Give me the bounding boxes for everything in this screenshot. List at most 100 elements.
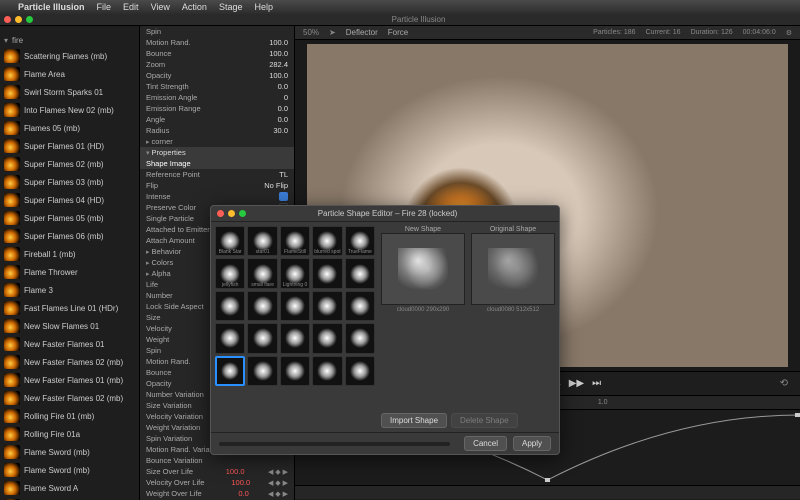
emitter-item[interactable]: Fast Flames Line 01 (HDr) [0, 299, 139, 317]
loop-button[interactable]: ⟲ [780, 378, 788, 389]
shape-cell[interactable] [345, 356, 375, 386]
prop-shape-image[interactable]: Shape Image [140, 158, 294, 169]
emitter-item[interactable]: Rolling Fire 01 (mb) [0, 407, 139, 425]
shape-cell[interactable] [215, 291, 245, 321]
prop-row[interactable]: Opacity100.0 [140, 70, 294, 81]
prop-properties-header[interactable]: ▾Properties [140, 147, 294, 158]
emitter-item[interactable]: Super Flames 01 (HD) [0, 137, 139, 155]
arrow-icon[interactable]: ➤ [329, 28, 336, 37]
prop-row[interactable]: Emission Range0.0 [140, 103, 294, 114]
shape-cell[interactable] [345, 323, 375, 353]
prop-row[interactable]: Tint Strength0.0 [140, 81, 294, 92]
shape-cell[interactable] [247, 291, 277, 321]
shape-thumb [253, 264, 273, 284]
shape-cell[interactable]: Lightning 0 [280, 258, 310, 288]
shape-cell[interactable]: FlameStill [280, 226, 310, 256]
tab-deflector[interactable]: Deflector [346, 28, 378, 37]
cancel-button[interactable]: Cancel [464, 436, 507, 451]
dialog-titlebar[interactable]: Particle Shape Editor – Fire 28 (locked) [211, 206, 559, 222]
shape-cell[interactable] [280, 323, 310, 353]
shape-cell[interactable] [312, 258, 342, 288]
emitter-item[interactable]: New Faster Flames 01 (mb) [0, 371, 139, 389]
emitter-item[interactable]: Scattering Flames (mb) [0, 47, 139, 65]
prop-row[interactable]: Angle0.0 [140, 114, 294, 125]
emitter-item[interactable]: Rolling Fire 01a [0, 425, 139, 443]
emitter-item[interactable]: Flame Thrower [0, 263, 139, 281]
emitter-item[interactable]: Super Flames 04 (HD) [0, 191, 139, 209]
menu-app[interactable]: Particle Illusion [18, 2, 85, 12]
menu-edit[interactable]: Edit [123, 2, 139, 12]
step-forward-button[interactable]: ▶▶ [569, 378, 584, 389]
prop-reference-point[interactable]: Reference PointTL [140, 169, 294, 180]
emitter-item[interactable]: Fireball 1 (mb) [0, 245, 139, 263]
shape-cell[interactable] [345, 258, 375, 288]
shape-cell[interactable]: jellyfish [215, 258, 245, 288]
emitter-item[interactable]: New Faster Flames 02 (mb) [0, 353, 139, 371]
tab-force[interactable]: Force [388, 28, 408, 37]
prop-row[interactable]: Velocity Over Life100.0◀ ◆ ▶ [140, 477, 294, 488]
shape-cell[interactable] [280, 291, 310, 321]
import-shape-button[interactable]: Import Shape [381, 413, 447, 428]
prop-row[interactable]: Bounce100.0 [140, 48, 294, 59]
prop-row[interactable]: Weight Over Life0.0◀ ◆ ▶ [140, 488, 294, 499]
emitter-item[interactable]: Super Flames 06 (mb) [0, 227, 139, 245]
shape-cell[interactable] [247, 323, 277, 353]
prop-intense[interactable]: Intense [140, 191, 294, 202]
shape-cell[interactable] [312, 356, 342, 386]
menu-view[interactable]: View [151, 2, 170, 12]
emitter-item[interactable]: Flame Area [0, 65, 139, 83]
shape-cell[interactable] [312, 323, 342, 353]
menu-file[interactable]: File [97, 2, 112, 12]
emitter-thumb [4, 247, 20, 261]
emitter-item[interactable]: Super Flames 02 (mb) [0, 155, 139, 173]
emitter-item[interactable]: Into Flames New 02 (mb) [0, 101, 139, 119]
emitter-item[interactable]: Flame Sword A [0, 479, 139, 497]
filter-icon[interactable]: ▾ [4, 36, 8, 45]
timeline-bottom-ruler[interactable] [295, 485, 800, 499]
prop-row[interactable]: Motion Rand.100.0 [140, 37, 294, 48]
emitter-item[interactable]: Flame Sword (mb) [0, 443, 139, 461]
shape-cell[interactable] [247, 356, 277, 386]
shape-grid[interactable]: Blank Starstar01FlameStillblurred spotTr… [215, 226, 375, 428]
prop-row[interactable]: Zoom282.4 [140, 59, 294, 70]
prop-row[interactable]: Size Over Life100.0◀ ◆ ▶ [140, 466, 294, 477]
emitter-item[interactable]: Flame 3 [0, 281, 139, 299]
shape-cell[interactable] [280, 356, 310, 386]
shape-cell[interactable] [312, 291, 342, 321]
emitter-item[interactable]: New Faster Flames 02 (mb) [0, 389, 139, 407]
prop-row[interactable]: Radius30.0 [140, 125, 294, 136]
shape-thumb [317, 296, 337, 316]
shape-cell[interactable] [345, 291, 375, 321]
shape-cell[interactable]: Blank Star [215, 226, 245, 256]
emitter-item[interactable]: Swirl Storm Sparks 01 [0, 83, 139, 101]
emitter-item[interactable]: New Faster Flames 01 [0, 335, 139, 353]
shape-cell[interactable]: TrueFlame [345, 226, 375, 256]
emitter-item[interactable]: Super Flames 03 (mb) [0, 173, 139, 191]
menu-action[interactable]: Action [182, 2, 207, 12]
menu-stage[interactable]: Stage [219, 2, 243, 12]
prop-row[interactable]: Bounce Variation [140, 455, 294, 466]
emitter-item[interactable]: New Slow Flames 01 [0, 317, 139, 335]
search-icon[interactable]: ⚙ [786, 29, 792, 37]
prop-row[interactable]: Spin [140, 26, 294, 37]
slider[interactable] [219, 442, 450, 446]
delete-shape-button[interactable]: Delete Shape [451, 413, 517, 428]
emitter-item[interactable]: Flames 05 (mb) [0, 119, 139, 137]
shape-cell[interactable] [215, 323, 245, 353]
zoom-value[interactable]: 50% [303, 28, 319, 37]
menu-help[interactable]: Help [254, 2, 273, 12]
shape-cell[interactable]: small flare [247, 258, 277, 288]
shape-cell[interactable]: blurred spot [312, 226, 342, 256]
emitter-list[interactable]: Scattering Flames (mb)Flame AreaSwirl St… [0, 47, 139, 500]
prop-corner[interactable]: ▸corner [140, 136, 294, 147]
emitter-item[interactable]: Flame Sword (mb) [0, 461, 139, 479]
last-frame-button[interactable]: ⏭ [592, 378, 601, 389]
emitter-item[interactable]: Super Flames 05 (mb) [0, 209, 139, 227]
prop-flip[interactable]: FlipNo Flip [140, 180, 294, 191]
prop-row[interactable]: Emission Angle0 [140, 92, 294, 103]
traffic-lights[interactable] [4, 16, 33, 23]
apply-button[interactable]: Apply [513, 436, 551, 451]
emitter-name: Flame Sword A [24, 484, 78, 493]
shape-cell[interactable]: star01 [247, 226, 277, 256]
shape-cell[interactable] [215, 356, 245, 386]
